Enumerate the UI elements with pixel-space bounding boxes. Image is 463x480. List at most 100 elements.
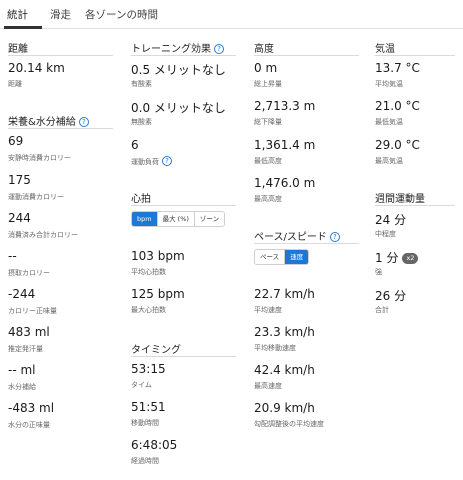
temperature-label: 平均気温	[375, 80, 403, 88]
divider	[375, 205, 455, 206]
speed-label: 最高速度	[254, 382, 282, 390]
active-tab-indicator	[4, 26, 42, 29]
divider	[375, 55, 455, 56]
temperature-label: 最高気温	[375, 157, 403, 165]
training-effect-title-text: トレーニング効果	[131, 44, 211, 55]
nutrition-value: 175	[8, 173, 31, 187]
temperature-label: 最低気温	[375, 118, 403, 126]
question-circle-icon[interactable]: ?	[329, 232, 340, 242]
toggle-zone[interactable]: ゾーン	[194, 212, 225, 226]
nutrition-label: 推定発汗量	[8, 345, 43, 353]
elevation-value: 1,476.0 m	[254, 176, 316, 190]
nutrition-value: -- ml	[8, 363, 36, 377]
timing-value: 53:15	[131, 362, 166, 376]
nutrition-label: 水分補給	[8, 383, 36, 391]
intensity-minutes-title: 週間運動量	[375, 194, 425, 205]
divider	[8, 55, 113, 56]
vigorous-minutes-text: 1 分	[375, 251, 399, 265]
training-value: 6	[131, 138, 139, 152]
divider	[131, 356, 236, 357]
training-label: 運動負荷?	[131, 156, 172, 167]
heart-rate-label: 最大心拍数	[131, 306, 166, 314]
question-circle-icon[interactable]: ?	[162, 156, 172, 166]
elevation-label: 最高高度	[254, 195, 282, 203]
timing-value: 6:48:05	[131, 438, 178, 452]
intensity-label: 中程度	[375, 230, 396, 238]
nutrition-title-text: 栄養&水分補給	[8, 117, 76, 128]
pace-speed-title-text: ペース/スピード	[254, 232, 327, 243]
heart-rate-value: 103 bpm	[131, 249, 185, 263]
nutrition-value: 244	[8, 211, 31, 225]
nutrition-value: --	[8, 249, 17, 263]
nutrition-title: 栄養&水分補給?	[8, 113, 89, 128]
distance-title: 距離	[8, 44, 28, 55]
question-circle-icon[interactable]: ?	[214, 44, 224, 54]
divider	[254, 243, 359, 244]
nutrition-label: 運動消費カロリー	[8, 193, 64, 201]
speed-value: 22.7 km/h	[254, 287, 315, 301]
tab-runs[interactable]: 滑走	[50, 7, 71, 22]
elevation-value: 0 m	[254, 61, 278, 75]
timing-label: 移動時間	[131, 419, 159, 427]
speed-value: 20.9 km/h	[254, 401, 315, 415]
elevation-value: 2,713.3 m	[254, 99, 316, 113]
intensity-label: 合計	[375, 306, 389, 314]
divider	[8, 128, 113, 129]
temperature-title: 気温	[375, 44, 395, 55]
timing-label: 経過時間	[131, 457, 159, 465]
intensity-value: 24 分	[375, 213, 407, 227]
multiplier-badge: x2	[402, 253, 419, 264]
elevation-label: 最低高度	[254, 157, 282, 165]
training-load-label-text: 運動負荷	[131, 158, 159, 166]
heart-rate-unit-toggle: bpm 最大 (%) ゾーン	[131, 211, 226, 227]
speed-label: 平均速度	[254, 306, 282, 314]
nutrition-label: 安静時消費カロリー	[8, 154, 71, 162]
tab-zone-times[interactable]: 各ゾーンの時間	[85, 7, 158, 22]
divider	[254, 55, 359, 56]
elevation-title: 高度	[254, 44, 274, 55]
elevation-label: 総下降量	[254, 118, 282, 126]
speed-label: 勾配調整後の平均速度	[254, 420, 324, 428]
toggle-max-percent[interactable]: 最大 (%)	[157, 212, 195, 226]
question-circle-icon[interactable]: ?	[78, 117, 89, 127]
nutrition-label: 水分の正味量	[8, 421, 50, 429]
tab-bar: 統計 滑走 各ゾーンの時間	[0, 0, 463, 29]
nutrition-label: 摂取カロリー	[8, 269, 50, 277]
heart-rate-label: 平均心拍数	[131, 268, 166, 276]
nutrition-value: 483 ml	[8, 325, 50, 339]
divider	[131, 55, 236, 56]
heart-rate-value: 125 bpm	[131, 287, 185, 301]
training-label: 有酸素	[131, 80, 152, 88]
nutrition-value: 69	[8, 134, 24, 148]
training-label: 無酸素	[131, 118, 152, 126]
temperature-value: 21.0 °C	[375, 99, 420, 113]
speed-value: 23.3 km/h	[254, 325, 315, 339]
intensity-label: 強	[375, 268, 382, 276]
nutrition-label: カロリー正味量	[8, 307, 57, 315]
divider	[131, 205, 236, 206]
temperature-value: 29.0 °C	[375, 138, 420, 152]
timing-label: タイム	[131, 381, 152, 389]
training-value: 0.5 メリットなし	[131, 63, 226, 77]
speed-label: 平均移動速度	[254, 344, 296, 352]
distance-value: 20.14 km	[8, 61, 65, 75]
toggle-pace[interactable]: ペース	[255, 250, 286, 264]
pace-speed-toggle: ペース 速度	[254, 249, 310, 265]
temperature-value: 13.7 °C	[375, 61, 420, 75]
speed-value: 42.4 km/h	[254, 363, 315, 377]
intensity-value: 1 分 x2	[375, 249, 419, 266]
tab-stats[interactable]: 統計	[7, 7, 28, 22]
nutrition-label: 消費済み合計カロリー	[8, 231, 78, 239]
timing-title: タイミング	[131, 345, 181, 356]
toggle-speed[interactable]: 速度	[285, 250, 309, 264]
elevation-value: 1,361.4 m	[254, 138, 316, 152]
timing-value: 51:51	[131, 400, 166, 414]
training-effect-title: トレーニング効果?	[131, 40, 224, 55]
elevation-label: 総上昇量	[254, 80, 282, 88]
toggle-bpm[interactable]: bpm	[132, 212, 158, 226]
training-value: 0.0 メリットなし	[131, 101, 226, 115]
nutrition-value: -483 ml	[8, 401, 55, 415]
pace-speed-title: ペース/スピード?	[254, 228, 340, 243]
intensity-value: 26 分	[375, 289, 407, 303]
heart-rate-title: 心拍	[131, 194, 151, 205]
